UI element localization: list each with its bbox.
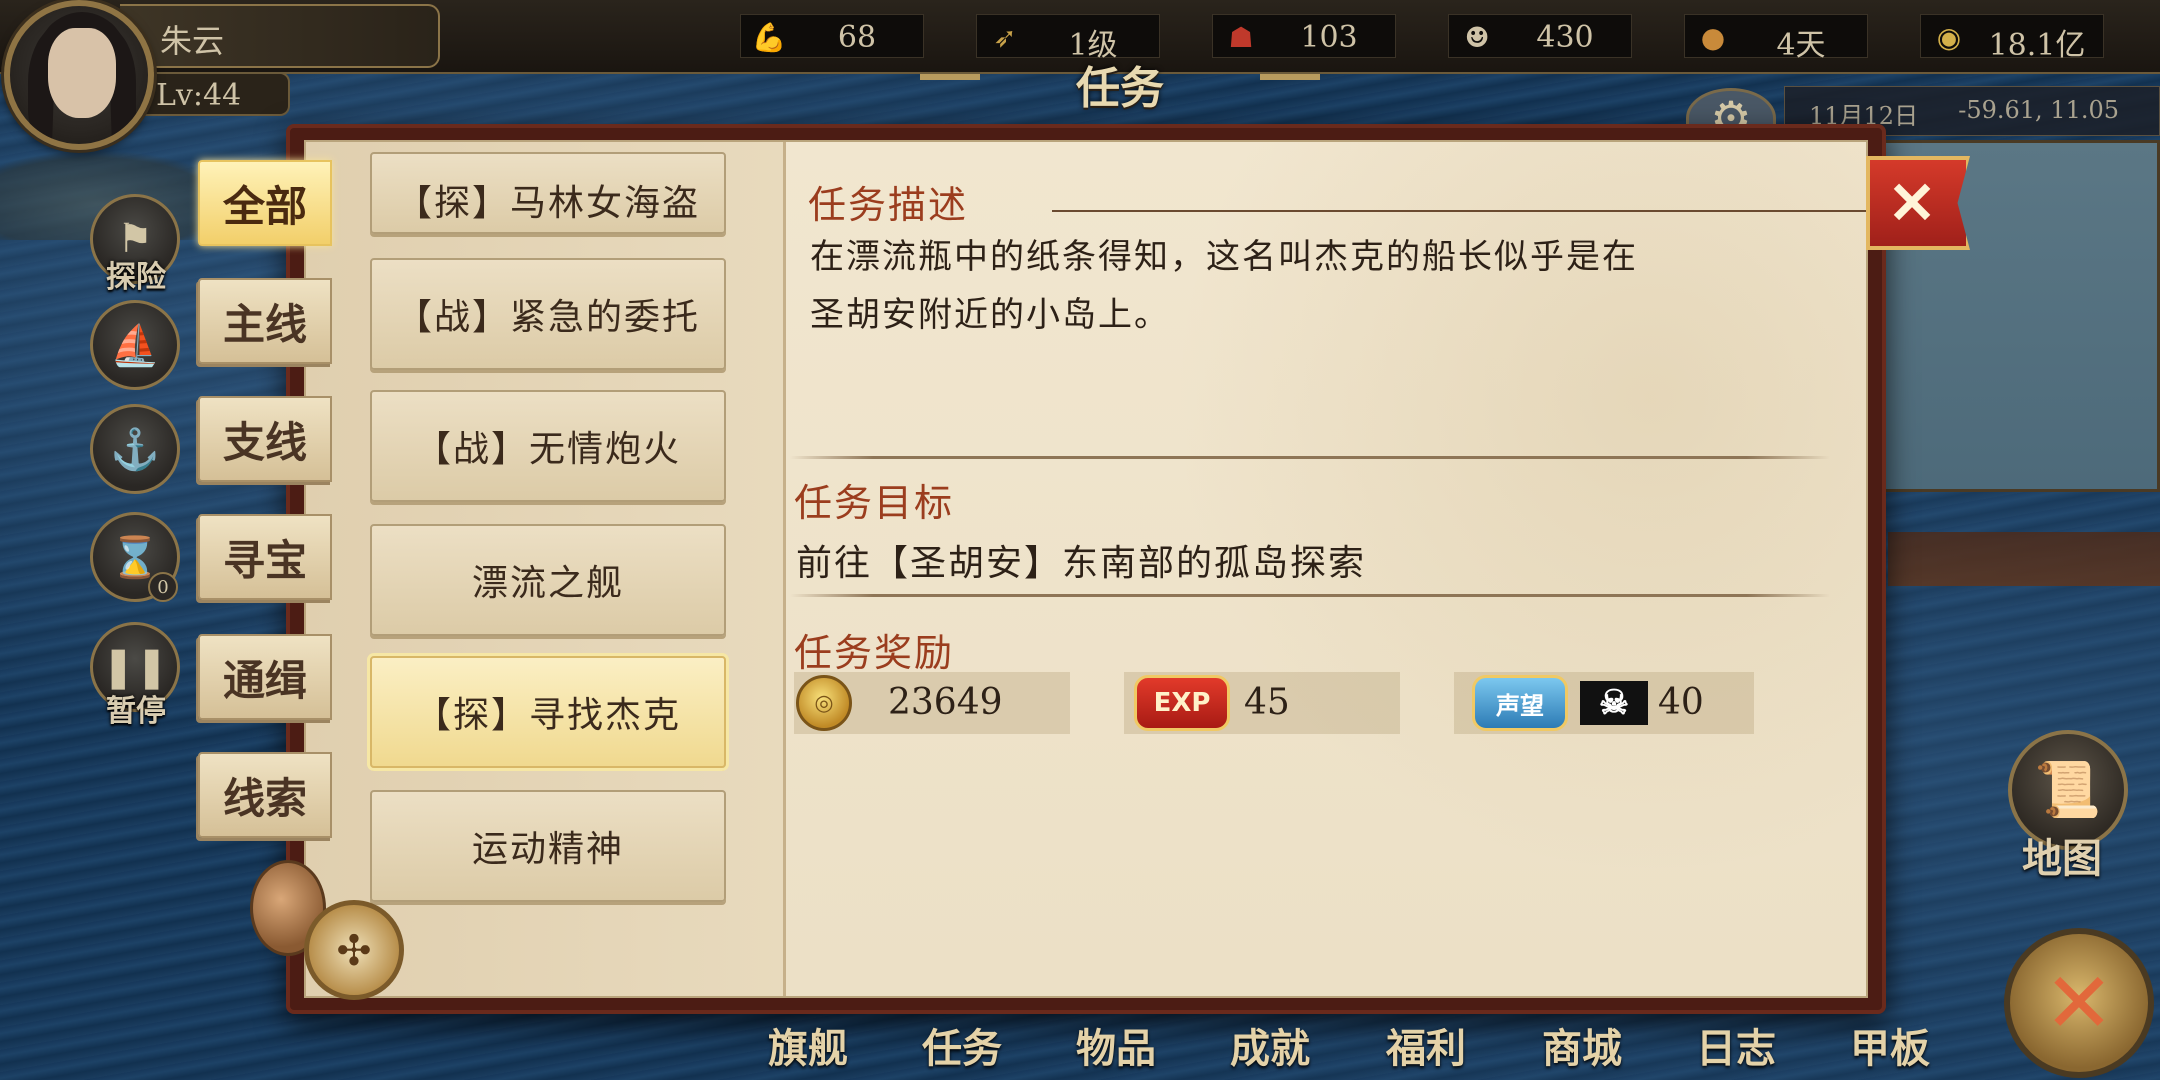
nav-tasks[interactable]: 任务 xyxy=(922,1016,1002,1074)
gold-coin-icon: ◎ xyxy=(796,675,852,731)
nav-achievements[interactable]: 成就 xyxy=(1230,1016,1310,1074)
stat-value: 68 xyxy=(837,20,877,55)
task-item[interactable]: 【探】马林女海盗 xyxy=(370,152,726,234)
coordinates: -59.61, 11.05 xyxy=(1958,96,2119,124)
fleet-button[interactable]: ⛵ xyxy=(90,300,180,390)
scroll-map-icon: 📜 xyxy=(2034,758,2102,821)
task-item[interactable]: 漂流之舰 xyxy=(370,524,726,636)
close-icon: ✕ xyxy=(1887,169,1937,237)
player-name-plate: 朱云 xyxy=(120,4,440,68)
compass-icon: ✣ xyxy=(304,900,404,1000)
player-name: 朱云 xyxy=(160,22,225,60)
player-avatar[interactable] xyxy=(4,0,154,150)
stat-gold[interactable]: ◉ 18.1亿 xyxy=(1920,14,2104,63)
goal-heading: 任务目标 xyxy=(794,481,955,525)
reward-gold-value: 23649 xyxy=(888,682,1003,723)
tab-wanted[interactable]: 通缉 xyxy=(198,634,332,720)
heading-underline xyxy=(1052,210,1872,212)
section-divider xyxy=(790,456,1830,459)
description-line-1: 在漂流瓶中的纸条得知，这名叫杰克的船长似乎是在 xyxy=(810,237,1638,277)
stat-value: 430 xyxy=(1536,20,1594,55)
reward-heading: 任务奖励 xyxy=(794,631,955,675)
nav-items[interactable]: 物品 xyxy=(1076,1016,1156,1074)
description-heading: 任务描述 xyxy=(808,183,969,227)
title-bar: 任务 xyxy=(920,52,1320,114)
tab-clues[interactable]: 线索 xyxy=(198,752,332,838)
ship-icon: ⛵ xyxy=(110,322,160,369)
task-item[interactable]: 【战】紧急的委托 xyxy=(370,258,726,370)
stat-value: 103 xyxy=(1300,20,1358,55)
avatar-face xyxy=(48,28,116,118)
pause-icon: ❚❚ xyxy=(101,644,169,690)
muscle-icon: 💪 xyxy=(751,20,787,54)
reward-fame: 声望 ☠ 40 xyxy=(1454,672,1754,734)
reward-gold: ◎ 23649 xyxy=(794,672,1070,734)
stat-value: 18.1亿 xyxy=(1988,28,2086,63)
nav-log[interactable]: 日志 xyxy=(1696,1016,1776,1074)
timer-badge: 0 xyxy=(148,572,178,602)
nav-welfare[interactable]: 福利 xyxy=(1386,1016,1466,1074)
tab-main[interactable]: 主线 xyxy=(198,278,332,364)
goal-text: 前往【圣胡安】东南部的孤岛探索 xyxy=(796,543,1367,584)
close-button[interactable]: ✕ xyxy=(1866,156,1970,250)
nav-deck[interactable]: 甲板 xyxy=(1850,1016,1930,1074)
hourglass-icon: ⌛ xyxy=(110,534,160,581)
coin-icon: ◉ xyxy=(1936,20,1962,54)
reward-fame-value: 40 xyxy=(1658,682,1704,723)
nav-flagship[interactable]: 旗舰 xyxy=(768,1016,848,1074)
fame-icon: 声望 xyxy=(1472,675,1568,731)
arrow-icon: ➶ xyxy=(993,20,1017,54)
battle-button[interactable]: ✕ xyxy=(2004,928,2154,1078)
section-divider xyxy=(790,594,1830,597)
bread-icon: ● xyxy=(1700,20,1726,54)
map-label: 地图 xyxy=(2022,835,2102,882)
stat-sailors[interactable]: ☻ 430 xyxy=(1448,14,1632,58)
skull-crossbones-icon: ☠ xyxy=(1580,681,1648,725)
bottom-nav: 旗舰 任务 物品 成就 福利 商城 日志 甲板 xyxy=(740,1012,1980,1080)
tab-treasure[interactable]: 寻宝 xyxy=(198,514,332,600)
description-line-2: 圣胡安附近的小岛上。 xyxy=(810,295,1170,335)
reward-exp-value: 45 xyxy=(1244,682,1290,723)
player-level: Lv:44 xyxy=(156,78,242,113)
crossed-swords-icon: ✕ xyxy=(2043,954,2115,1052)
stat-strength[interactable]: 💪 68 xyxy=(740,14,924,58)
tab-side[interactable]: 支线 xyxy=(198,396,332,482)
tab-all[interactable]: 全部 xyxy=(198,160,332,246)
reward-exp: EXP 45 xyxy=(1124,672,1400,734)
crew-icon: ☗ xyxy=(1228,20,1254,54)
task-item-selected[interactable]: 【探】寻找杰克 xyxy=(370,656,726,768)
stat-value: 4天 xyxy=(1776,28,1826,63)
explore-label: 探险 xyxy=(106,260,166,295)
exp-icon: EXP xyxy=(1134,675,1230,731)
anchor-icon: ⚓ xyxy=(110,426,160,473)
nav-shop[interactable]: 商城 xyxy=(1542,1016,1622,1074)
anchor-button[interactable]: ⚓ xyxy=(90,404,180,494)
stat-food[interactable]: ● 4天 xyxy=(1684,14,1868,63)
task-item[interactable]: 【战】无情炮火 xyxy=(370,390,726,502)
page-title: 任务 xyxy=(1076,63,1164,114)
task-item[interactable]: 运动精神 xyxy=(370,790,726,902)
sailor-icon: ☻ xyxy=(1464,20,1490,54)
pause-label: 暂停 xyxy=(106,694,166,729)
